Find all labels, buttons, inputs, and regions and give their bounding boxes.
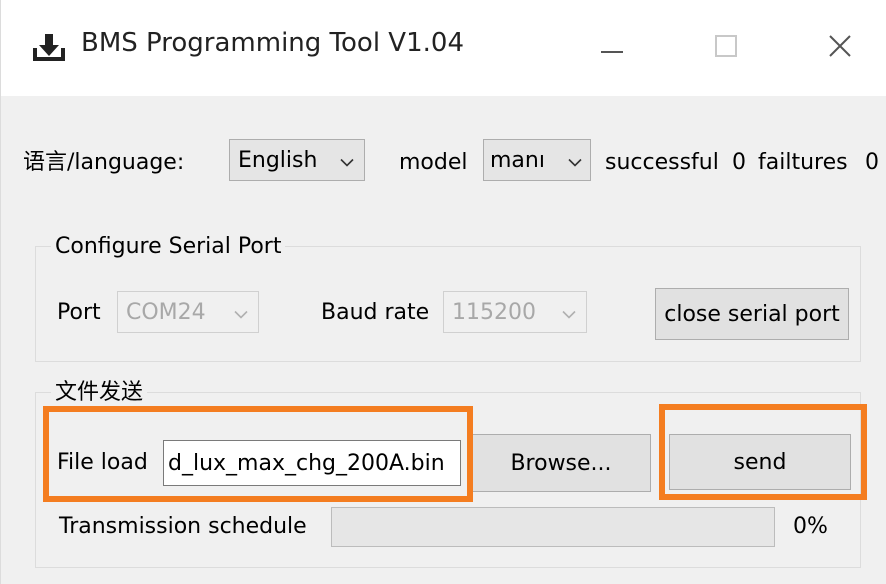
file-send-group-title: 文件发送 bbox=[51, 378, 148, 408]
close-window-button[interactable] bbox=[809, 20, 871, 76]
successful-count: 0 bbox=[732, 150, 746, 175]
language-label: 语言/language: bbox=[23, 150, 185, 175]
language-select-value: English bbox=[238, 147, 318, 173]
baud-rate-select[interactable]: 115200 bbox=[443, 291, 587, 333]
transmission-progress-bar bbox=[331, 507, 775, 547]
maximize-icon bbox=[715, 35, 737, 61]
title-bar: BMS Programming Tool V1.04 bbox=[1, 0, 886, 96]
browse-button[interactable]: Browse... bbox=[471, 434, 651, 492]
baud-rate-select-value: 115200 bbox=[452, 299, 536, 325]
minimize-button[interactable] bbox=[581, 20, 643, 76]
maximize-button[interactable] bbox=[695, 20, 757, 76]
chevron-down-icon bbox=[340, 148, 354, 173]
transmission-schedule-label: Transmission schedule bbox=[59, 514, 307, 539]
minimize-icon bbox=[601, 39, 623, 58]
port-select-value: COM24 bbox=[126, 299, 206, 325]
port-select[interactable]: COM24 bbox=[117, 291, 259, 333]
model-select[interactable]: manı bbox=[483, 139, 591, 181]
failures-label: failtures bbox=[758, 150, 848, 175]
chevron-down-icon bbox=[568, 148, 582, 173]
language-select[interactable]: English bbox=[229, 139, 365, 181]
app-window: BMS Programming Tool V1.04 语言/language: … bbox=[0, 0, 886, 584]
model-label: model bbox=[399, 150, 468, 175]
download-icon bbox=[31, 32, 67, 64]
transmission-progress-percent: 0% bbox=[793, 514, 828, 539]
chevron-down-icon bbox=[234, 300, 248, 325]
file-load-highlight bbox=[43, 406, 473, 502]
chevron-down-icon bbox=[562, 300, 576, 325]
successful-label: successful bbox=[605, 150, 719, 175]
send-highlight bbox=[659, 404, 867, 500]
port-label: Port bbox=[57, 300, 101, 325]
close-icon bbox=[828, 34, 852, 62]
window-title: BMS Programming Tool V1.04 bbox=[81, 28, 464, 58]
failures-count: 0 bbox=[865, 150, 879, 175]
baud-rate-label: Baud rate bbox=[321, 300, 430, 325]
close-serial-port-button[interactable]: close serial port bbox=[655, 288, 849, 340]
serial-port-group-title: Configure Serial Port bbox=[51, 232, 286, 262]
model-select-value: manı bbox=[490, 147, 545, 173]
